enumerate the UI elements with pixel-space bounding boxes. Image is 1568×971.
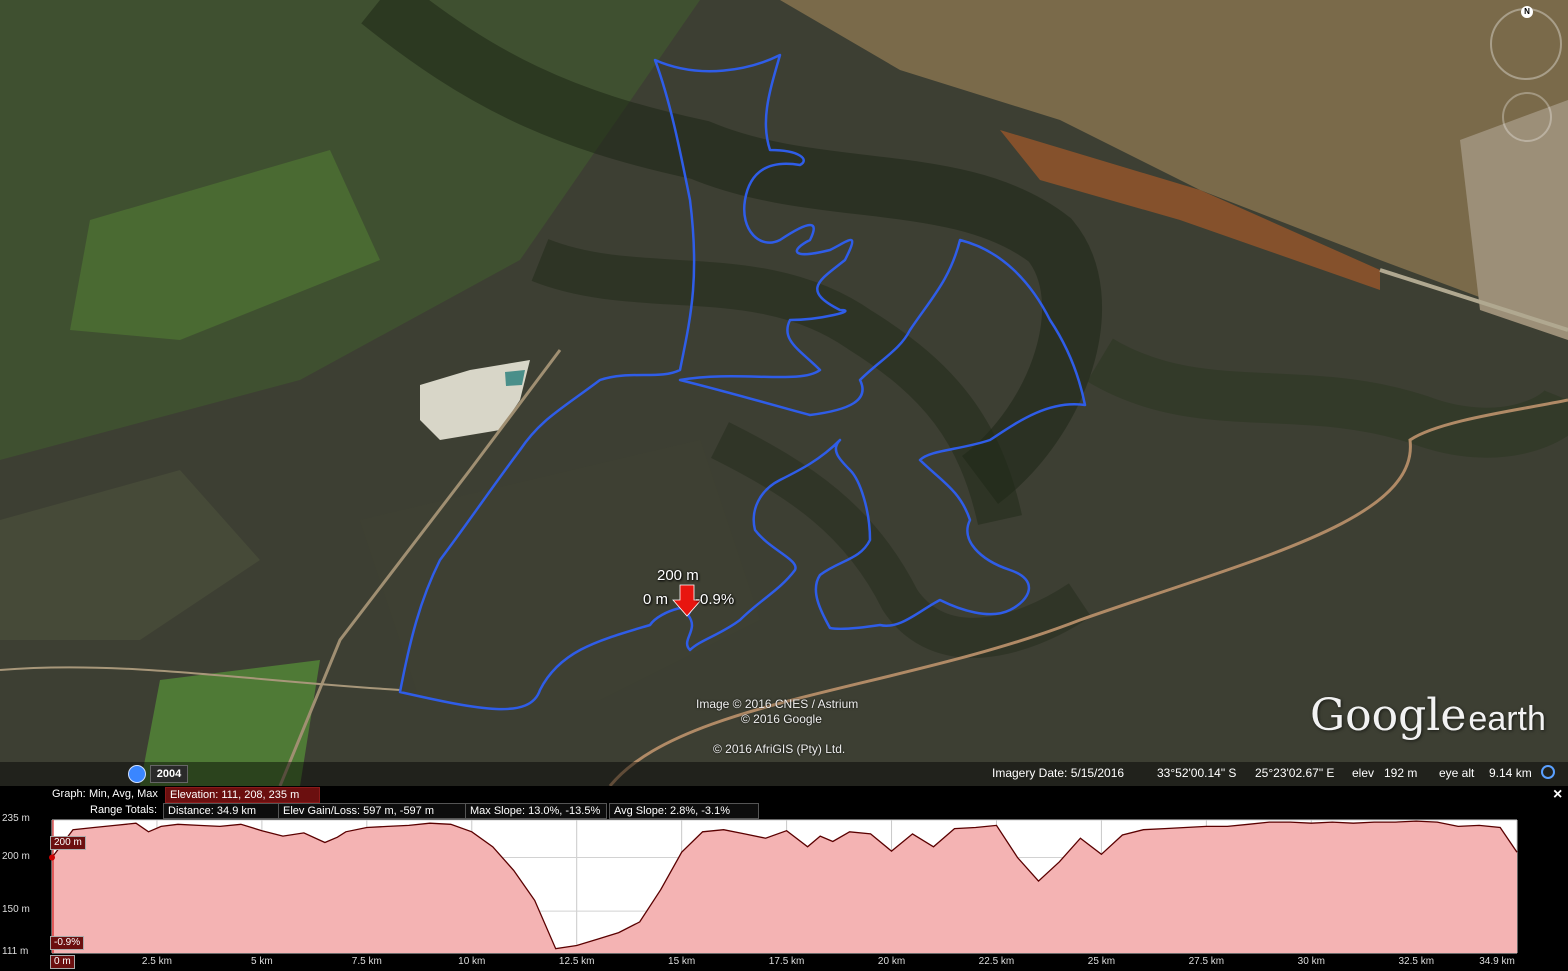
imagery-date: Imagery Date: 5/15/2016	[992, 766, 1125, 780]
y-tick-label: 111 m	[2, 946, 29, 957]
x-tick-label: 32.5 km	[1398, 956, 1435, 967]
compass-icon[interactable]: N	[1490, 6, 1562, 80]
north-indicator[interactable]: N	[1521, 6, 1533, 18]
eye-alt-readout: 9.14 km	[1489, 766, 1532, 780]
marker-offset-label: 0 m	[643, 591, 669, 608]
x-tick-label: 30 km	[1297, 956, 1325, 967]
longitude-readout: 25°23'02.67" E	[1255, 766, 1335, 780]
google-earth-logo: Googleearth	[1310, 690, 1546, 741]
status-bar: Imagery Date: 5/15/2016 33°52'00.14" S 2…	[0, 762, 1568, 786]
x-tick-label: 7.5 km	[351, 956, 382, 967]
x-tick-label: 27.5 km	[1188, 956, 1225, 967]
x-tick-label: 17.5 km	[768, 956, 805, 967]
imagery-credit: Image © 2016 CNES / Astrium	[696, 697, 859, 711]
historical-imagery-clock-icon[interactable]	[128, 765, 146, 783]
earth-wordmark: earth	[1468, 700, 1546, 738]
cursor-elevation-tag: 200 m	[50, 836, 86, 850]
y-tick-label: 235 m	[2, 813, 30, 824]
profile-cursor-dot	[49, 854, 55, 861]
x-tick-label: 25 km	[1087, 956, 1116, 967]
x-tick-label: 22.5 km	[978, 956, 1015, 967]
x-tick-label: 10 km	[458, 956, 486, 967]
x-tick-label: 20 km	[877, 956, 906, 967]
map-view[interactable]: 200 m 0 m -0.9% Image © 2016 CNES / Astr…	[0, 0, 1568, 786]
look-control-icon[interactable]	[1502, 92, 1552, 142]
elevation-area	[52, 821, 1517, 953]
historical-year-badge[interactable]: 2004	[150, 765, 188, 783]
elevation-profile-chart[interactable]	[0, 786, 1568, 971]
x-tick-label: 5 km	[251, 956, 273, 967]
x-tick-label: 34.9 km	[1479, 956, 1515, 967]
marker-distance-label: 200 m	[657, 567, 699, 584]
google-credit: © 2016 Google	[741, 712, 822, 726]
y-tick-label: 150 m	[2, 904, 30, 916]
x-tick-label: 15 km	[668, 956, 696, 967]
eye-alt-label: eye alt	[1439, 766, 1475, 780]
afrigis-credit: © 2016 AfriGIS (Pty) Ltd.	[713, 742, 846, 756]
satellite-imagery[interactable]	[0, 0, 1568, 786]
elev-readout: 192 m	[1384, 766, 1418, 780]
y-tick-label: 200 m	[2, 850, 30, 862]
marker-slope-label: -0.9%	[695, 591, 735, 608]
x-tick-label: 2.5 km	[141, 956, 172, 967]
cursor-distance-tag: 0 m	[50, 955, 75, 969]
latitude-readout: 33°52'00.14" S	[1157, 766, 1237, 780]
google-wordmark: Google	[1310, 690, 1467, 741]
x-tick-label: 12.5 km	[558, 956, 595, 967]
cursor-slope-tag: -0.9%	[50, 936, 85, 950]
streaming-globe-icon	[1541, 765, 1555, 779]
elev-label: elev	[1352, 766, 1375, 780]
